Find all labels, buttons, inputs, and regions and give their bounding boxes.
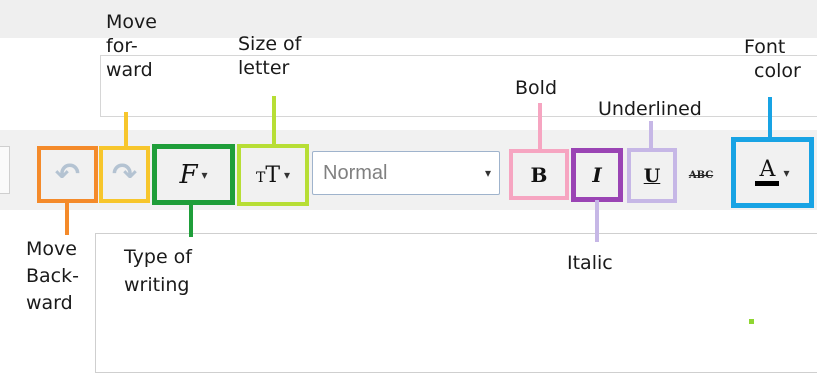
color-swatch xyxy=(755,181,780,186)
font-size-small-t: T xyxy=(255,169,266,186)
underline-icon: U xyxy=(643,164,661,187)
paragraph-format-select[interactable]: Normal ▾ xyxy=(312,151,500,195)
font-color-button[interactable]: A ▾ xyxy=(731,137,814,208)
italic-icon: I xyxy=(592,163,602,187)
chevron-down-icon: ▾ xyxy=(284,168,291,182)
annotation-font-color: Font color xyxy=(744,36,801,82)
font-color-letter: A xyxy=(759,157,776,182)
bold-button[interactable]: B xyxy=(509,149,569,200)
bold-icon: B xyxy=(530,162,548,187)
connector-type-of-writing xyxy=(189,203,193,237)
annotation-type-of-writing: Type of writing xyxy=(124,246,192,296)
chevron-down-icon: ▾ xyxy=(484,166,491,180)
connector-font-color xyxy=(768,97,772,139)
undo-button[interactable]: ↶ xyxy=(37,146,98,203)
toolbar-left-edge xyxy=(0,146,10,194)
italic-button[interactable]: I xyxy=(571,148,623,202)
annotation-underlined: Underlined xyxy=(598,98,702,120)
chevron-down-icon: ▾ xyxy=(201,167,208,182)
font-color-icon: A xyxy=(755,157,780,186)
upper-input-area[interactable] xyxy=(100,55,817,117)
font-family-button[interactable]: F ▾ xyxy=(152,144,235,205)
format-select-value: Normal xyxy=(323,161,388,184)
strikethrough-button[interactable]: ABC xyxy=(680,165,722,185)
editor-text-area[interactable] xyxy=(95,233,817,373)
font-family-icon: F xyxy=(179,159,198,190)
chevron-down-icon: ▾ xyxy=(783,165,790,180)
annotation-move-backward: Move Back- ward xyxy=(26,238,79,314)
underline-button[interactable]: U xyxy=(627,148,677,203)
font-size-large-t: T xyxy=(265,162,280,188)
redo-button[interactable]: ↶ xyxy=(99,146,150,203)
connector-size-of-letter xyxy=(272,96,276,146)
font-size-icon: TT xyxy=(256,163,280,188)
connector-underlined xyxy=(649,121,653,150)
connector-move-forward xyxy=(124,112,128,148)
annotation-move-forward: Move for- ward xyxy=(106,11,157,81)
connector-move-backward xyxy=(65,201,69,235)
connector-italic xyxy=(595,200,599,242)
decorative-dot xyxy=(749,319,754,324)
annotation-italic: Italic xyxy=(567,252,613,274)
font-size-button[interactable]: TT ▾ xyxy=(237,144,309,206)
redo-arrow-icon: ↶ xyxy=(111,156,138,192)
undo-arrow-icon: ↶ xyxy=(54,156,81,192)
strikethrough-icon: ABC xyxy=(688,169,714,181)
connector-bold xyxy=(538,103,542,151)
annotation-size-of-letter: Size of letter xyxy=(238,33,302,79)
annotation-bold: Bold xyxy=(515,77,557,99)
